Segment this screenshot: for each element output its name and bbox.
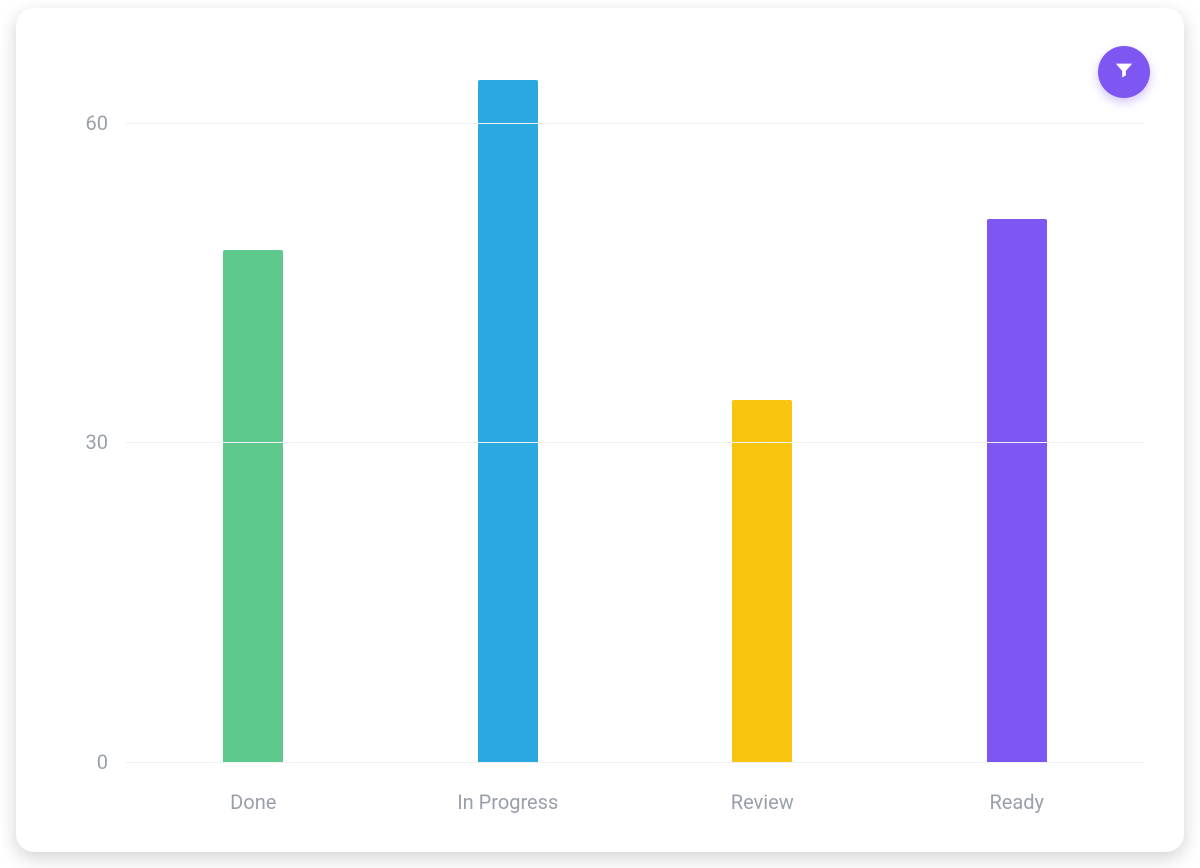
bar-done[interactable]	[223, 250, 283, 762]
bar-review[interactable]	[732, 400, 792, 762]
x-label: Ready	[890, 790, 1145, 814]
chart-plot-area: 03060	[126, 48, 1144, 762]
x-label: Done	[126, 790, 381, 814]
x-label: Review	[635, 790, 890, 814]
chart-gridline	[126, 762, 1144, 763]
chart-x-axis: DoneIn ProgressReviewReady	[126, 790, 1144, 814]
bar-slot	[126, 48, 381, 762]
chart-gridline	[126, 442, 1144, 443]
bar-slot	[381, 48, 636, 762]
bar-slot	[635, 48, 890, 762]
chart-card: 03060 DoneIn ProgressReviewReady	[16, 8, 1184, 852]
chart-bars	[126, 48, 1144, 762]
bar-in-progress[interactable]	[478, 80, 538, 762]
chart-gridline	[126, 123, 1144, 124]
y-tick-label: 0	[97, 750, 108, 774]
bar-ready[interactable]	[987, 219, 1047, 762]
y-tick-label: 30	[86, 430, 108, 454]
x-label: In Progress	[381, 790, 636, 814]
y-tick-label: 60	[86, 111, 108, 135]
bar-slot	[890, 48, 1145, 762]
